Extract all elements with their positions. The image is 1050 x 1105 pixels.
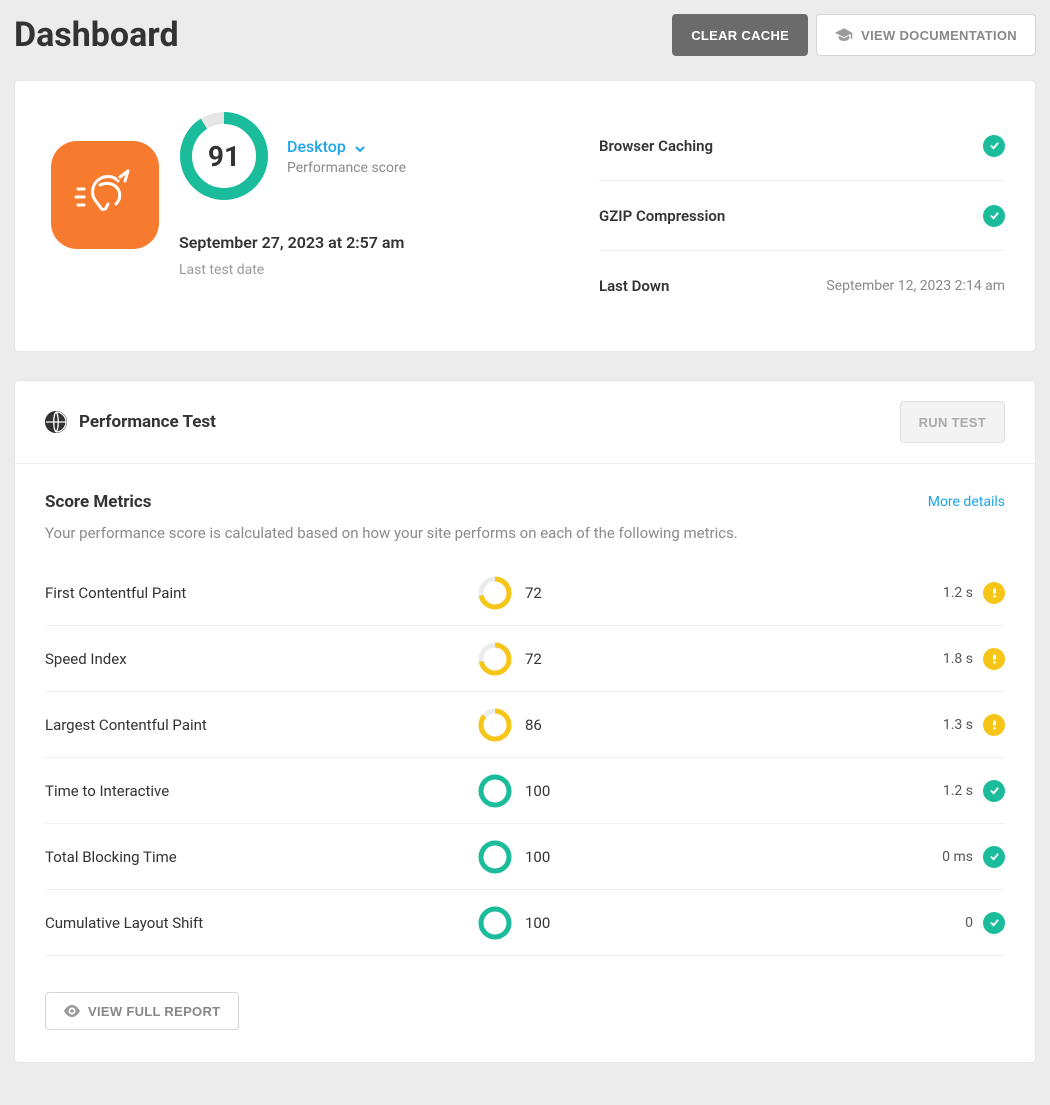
last-test: September 27, 2023 at 2:57 am Last test … [179,233,559,278]
metric-value: 1.2 s [943,783,973,799]
last-test-date: September 27, 2023 at 2:57 am [179,233,559,252]
metric-score: 100 [525,914,585,932]
chevron-down-icon [354,140,366,152]
eye-icon [64,1005,80,1017]
metric-value-wrap: 0 ms [585,846,1005,868]
status-warn-icon [983,714,1005,736]
metric-value-wrap: 0 [585,912,1005,934]
summary-card: 91 Desktop Performance score September 2… [14,80,1036,352]
last-down-row: Last Down September 12, 2023 2:14 am [599,251,1005,321]
last-down-value: September 12, 2023 2:14 am [826,278,1005,294]
metric-score: 86 [525,716,585,734]
check-row-browser-caching: Browser Caching [599,111,1005,181]
metric-score: 100 [525,848,585,866]
check-row-gzip: GZIP Compression [599,181,1005,251]
globe-icon [45,411,67,433]
metrics-title: Score Metrics [45,492,152,512]
app-logo [51,141,159,249]
metric-ring [478,576,512,610]
metric-score: 100 [525,782,585,800]
more-details-link[interactable]: More details [928,494,1005,510]
metrics-head: Score Metrics More details [45,492,1005,512]
metric-name: First Contentful Paint [45,584,465,602]
clear-cache-label: CLEAR CACHE [691,28,789,43]
top-bar: Dashboard CLEAR CACHE VIEW DOCUMENTATION [14,14,1036,56]
metrics-section: Score Metrics More details Your performa… [15,464,1035,970]
device-selector[interactable]: Desktop [287,137,366,156]
footer-actions: VIEW FULL REPORT [15,970,1035,1062]
metric-ring [478,840,512,874]
score-sublabel: Performance score [287,160,406,176]
status-ok-icon [983,912,1005,934]
metric-name: Total Blocking Time [45,848,465,866]
metric-row: Largest Contentful Paint 86 1.3 s [45,692,1005,758]
device-label: Desktop [287,137,346,156]
status-warn-icon [983,648,1005,670]
metric-ring [478,906,512,940]
metric-value: 1.2 s [943,585,973,601]
performance-title: Performance Test [79,412,216,432]
metric-value: 0 [965,915,973,931]
hummingbird-icon [70,165,140,225]
metric-value: 1.8 s [943,651,973,667]
view-documentation-button[interactable]: VIEW DOCUMENTATION [816,14,1036,56]
metrics-desc: Your performance score is calculated bas… [45,524,1005,542]
metric-score: 72 [525,650,585,668]
checks-list: Browser Caching GZIP Compression Last Do… [599,111,1005,321]
last-test-label: Last test date [179,262,559,278]
metric-ring [478,708,512,742]
score-block: 91 Desktop Performance score September 2… [179,111,559,321]
metric-value: 0 ms [942,849,973,865]
performance-header: Performance Test RUN TEST [15,381,1035,464]
metric-row: Speed Index 72 1.8 s [45,626,1005,692]
page-title: Dashboard [14,15,179,55]
score-value: 91 [179,111,269,201]
last-down-label: Last Down [599,277,669,295]
status-ok-icon [983,846,1005,868]
status-ok-icon [983,780,1005,802]
metric-row: Time to Interactive 100 1.2 s [45,758,1005,824]
performance-card: Performance Test RUN TEST Score Metrics … [14,380,1036,1063]
check-label: GZIP Compression [599,207,725,225]
metric-value: 1.3 s [943,717,973,733]
metric-value-wrap: 1.3 s [585,714,1005,736]
metric-value-wrap: 1.8 s [585,648,1005,670]
view-full-report-button[interactable]: VIEW FULL REPORT [45,992,239,1030]
top-actions: CLEAR CACHE VIEW DOCUMENTATION [672,14,1036,56]
view-full-report-label: VIEW FULL REPORT [88,1004,220,1019]
status-ok-icon [983,205,1005,227]
metric-value-wrap: 1.2 s [585,582,1005,604]
status-warn-icon [983,582,1005,604]
performance-title-wrap: Performance Test [45,411,216,433]
metric-name: Cumulative Layout Shift [45,914,465,932]
metric-name: Speed Index [45,650,465,668]
metric-ring [478,642,512,676]
check-label: Browser Caching [599,137,713,155]
status-ok-icon [983,135,1005,157]
clear-cache-button[interactable]: CLEAR CACHE [672,14,808,56]
score-ring: 91 [179,111,269,201]
score-meta: Desktop Performance score [287,137,406,176]
metric-row: Cumulative Layout Shift 100 0 [45,890,1005,956]
run-test-button[interactable]: RUN TEST [900,401,1005,443]
metric-name: Time to Interactive [45,782,465,800]
metric-row: First Contentful Paint 72 1.2 s [45,560,1005,626]
run-test-label: RUN TEST [919,415,986,430]
metric-row: Total Blocking Time 100 0 ms [45,824,1005,890]
graduation-cap-icon [835,28,853,42]
metric-score: 72 [525,584,585,602]
metric-ring [478,774,512,808]
metric-name: Largest Contentful Paint [45,716,465,734]
view-documentation-label: VIEW DOCUMENTATION [861,28,1017,43]
metric-value-wrap: 1.2 s [585,780,1005,802]
